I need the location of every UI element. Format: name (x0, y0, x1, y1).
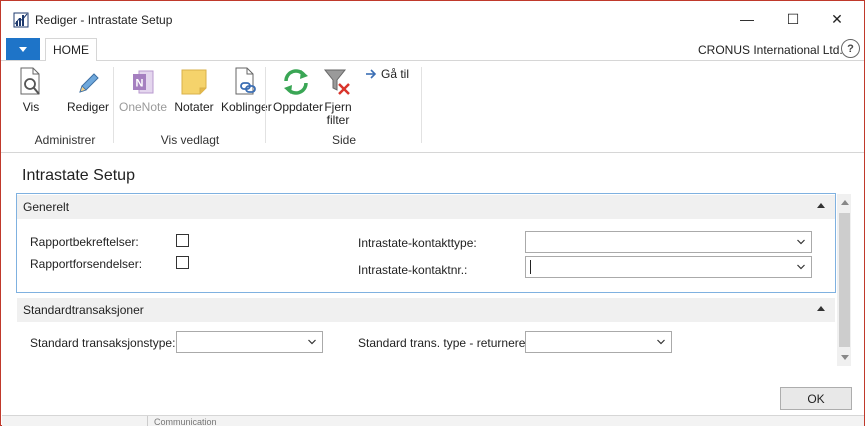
rapportbekreftelser-label: Rapportbekreftelser: (30, 235, 139, 249)
application-menu-button[interactable] (6, 38, 40, 60)
collapse-caret-icon[interactable] (817, 306, 825, 311)
fjern-filter-label-line1: Fjern (324, 100, 352, 114)
group-administrer: Administrer (34, 133, 96, 147)
ok-button[interactable]: OK (780, 387, 852, 410)
background-text: Communication (154, 417, 217, 426)
help-button[interactable]: ? (841, 39, 860, 58)
returnerer-combo[interactable] (525, 331, 672, 353)
koblinger-button[interactable]: Koblinger (221, 65, 272, 114)
rapportforsendelser-checkbox[interactable] (176, 256, 189, 269)
collapse-caret-icon[interactable] (817, 203, 825, 208)
pencil-icon (79, 73, 99, 93)
oppdater-button[interactable]: Oppdater (273, 65, 324, 114)
chevron-down-icon[interactable] (797, 263, 805, 271)
clear-filter-icon (323, 69, 350, 95)
background-window-strip: Communication (2, 415, 864, 426)
link-document-icon (235, 67, 256, 95)
onenote-label: OneNote (118, 100, 168, 114)
arrow-right-icon (366, 69, 377, 79)
standardtransaksjoner-fasttab-header[interactable]: Standardtransaksjoner (17, 298, 835, 322)
close-button[interactable]: ✕ (815, 5, 859, 33)
scrollbar-thumb[interactable] (839, 213, 850, 347)
oppdater-label: Oppdater (273, 100, 324, 114)
group-side: Side (331, 133, 357, 147)
rapportforsendelser-label: Rapportforsendelser: (30, 257, 143, 271)
group-vis-vedlagt: Vis vedlagt (160, 133, 220, 147)
dialog-window: Rediger - Intrastate Setup — ☐ ✕ HOME CR… (0, 0, 865, 426)
fjern-filter-label: Fjern filter (319, 101, 357, 127)
minimize-button[interactable]: — (725, 5, 769, 33)
kontakttype-combo[interactable] (525, 231, 812, 253)
divider (147, 416, 148, 426)
koblinger-label: Koblinger (221, 100, 272, 114)
ga-til-label: Gå til (381, 67, 410, 81)
onenote-button[interactable]: N OneNote (117, 65, 169, 114)
generelt-fasttab-header[interactable]: Generelt (17, 195, 835, 219)
notater-label: Notater (174, 100, 214, 114)
kontaktnr-combo[interactable] (525, 256, 812, 278)
group-separator (421, 67, 422, 143)
view-document-icon (20, 67, 40, 95)
chevron-down-icon[interactable] (308, 338, 316, 346)
onenote-icon: N (133, 70, 154, 94)
rediger-button[interactable]: Rediger (67, 65, 109, 114)
standardtransaksjoner-header-label: Standardtransaksjoner (23, 303, 144, 317)
window-title: Rediger - Intrastate Setup (35, 13, 173, 27)
group-separator (265, 67, 266, 143)
ribbon: Vis Rediger N OneNote Notater Koblinger … (1, 61, 864, 153)
fjern-filter-button[interactable]: Fjern filter (319, 65, 357, 127)
company-name: CRONUS International Ltd. (698, 43, 843, 57)
refresh-icon (284, 69, 308, 95)
title-bar: Rediger - Intrastate Setup — ☐ ✕ (1, 1, 864, 37)
chevron-down-icon[interactable] (797, 238, 805, 246)
svg-text:N: N (136, 78, 144, 90)
maximize-button[interactable]: ☐ (771, 5, 815, 33)
ga-til-button[interactable]: Gå til (365, 67, 409, 81)
notater-button[interactable]: Notater (173, 65, 215, 114)
vis-label: Vis (22, 100, 40, 114)
page-title: Intrastate Setup (22, 167, 135, 184)
kontakttype-label: Intrastate-kontakttype: (358, 236, 477, 250)
vis-button[interactable]: Vis (15, 65, 47, 114)
scroll-down-arrow-icon[interactable] (841, 355, 849, 360)
scroll-up-arrow-icon[interactable] (841, 200, 849, 205)
tab-home[interactable]: HOME (45, 38, 97, 62)
chevron-down-icon[interactable] (657, 338, 665, 346)
transaksjonstype-combo[interactable] (176, 331, 323, 353)
group-separator (113, 67, 114, 143)
rapportbekreftelser-checkbox[interactable] (176, 234, 189, 247)
ribbon-tab-strip: HOME CRONUS International Ltd. ? (1, 37, 864, 62)
rediger-label: Rediger (67, 100, 110, 114)
sticky-note-icon (181, 69, 207, 95)
transaksjonstype-label: Standard transaksjonstype: (30, 336, 176, 350)
kontaktnr-label: Intrastate-kontaktnr.: (358, 263, 468, 277)
dropdown-arrow-icon (19, 46, 27, 52)
generelt-header-label: Generelt (23, 200, 70, 214)
fjern-filter-label-line2: filter (326, 113, 350, 127)
app-logo-icon (13, 12, 29, 28)
returnerer-label: Standard trans. type - returnerer: (358, 336, 533, 350)
text-cursor (530, 260, 531, 274)
